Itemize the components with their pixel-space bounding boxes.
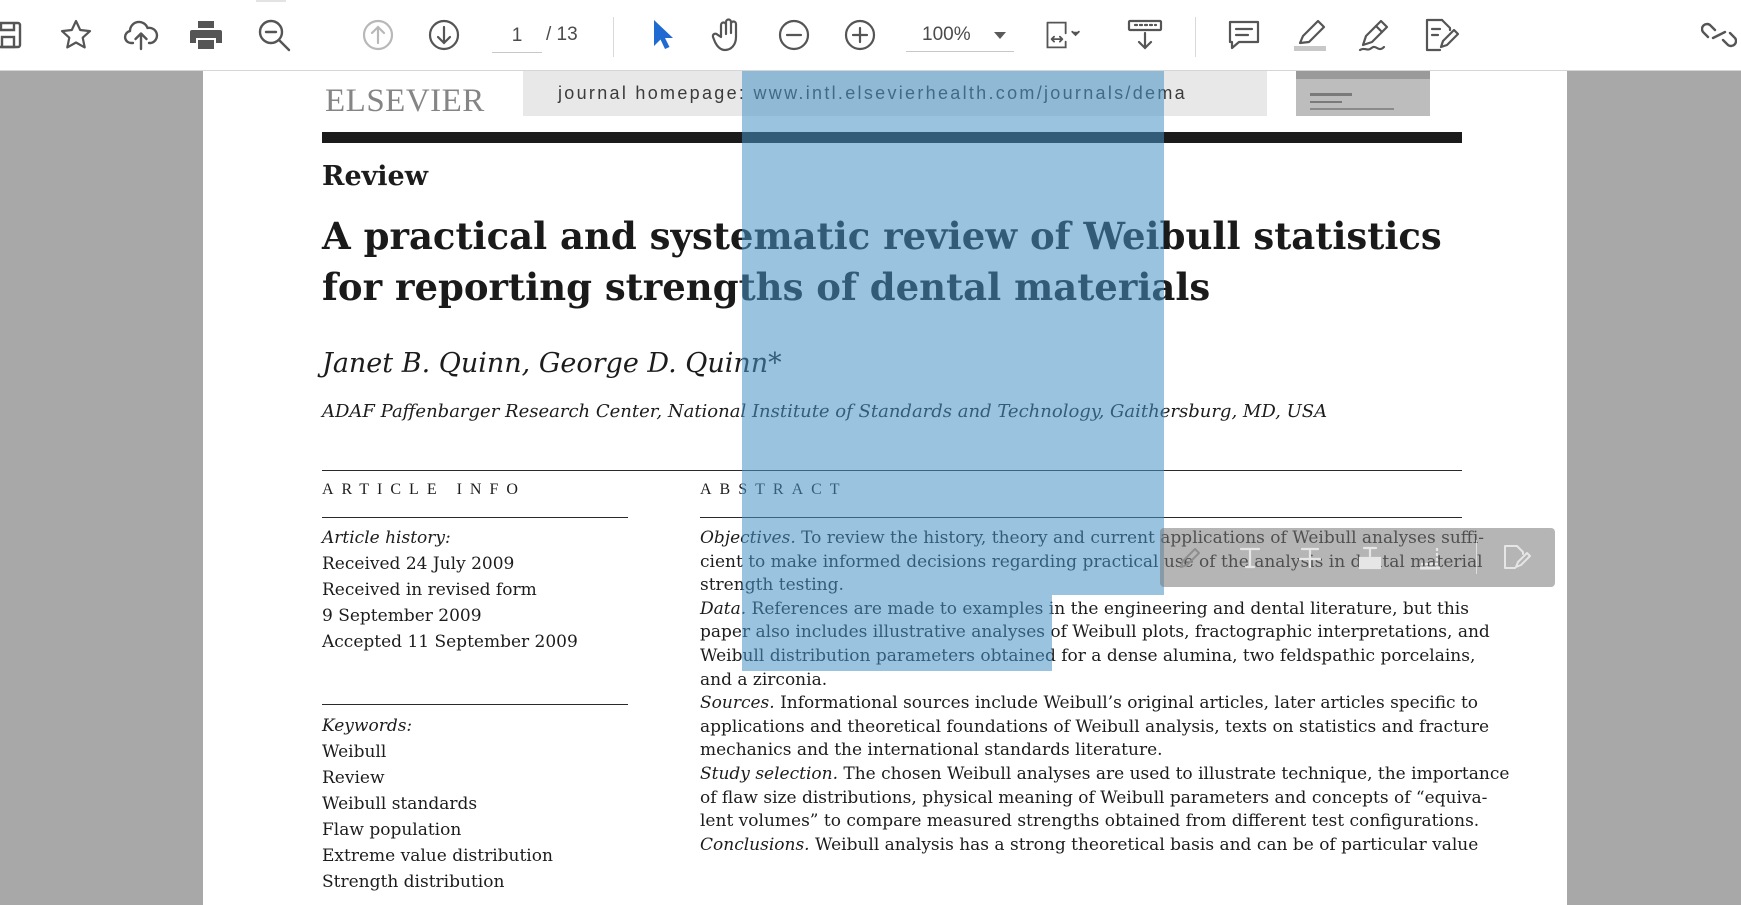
abstract-line: Conclusions. Weibull analysis has a stro… — [700, 834, 1478, 855]
article-section-label: Review — [322, 161, 428, 192]
selection-annotation-toolbar — [1160, 528, 1555, 587]
keywords-rule — [322, 704, 628, 705]
next-page-icon[interactable] — [425, 16, 463, 54]
select-arrow-icon[interactable] — [644, 16, 682, 54]
article-authors: Janet B. Quinn, George D. Quinn* — [322, 348, 782, 379]
replace-text-icon[interactable] — [1354, 542, 1386, 574]
edit-pdf-icon[interactable] — [1422, 16, 1460, 54]
cloud-upload-icon[interactable] — [122, 16, 160, 54]
fit-page-icon[interactable] — [1045, 16, 1083, 54]
history-line: Accepted 11 September 2009 — [322, 632, 578, 652]
text-insert-icon[interactable] — [1234, 542, 1266, 574]
chevron-down-icon — [994, 32, 1006, 39]
text-selection-highlight — [742, 595, 1052, 671]
keyword-item: Extreme value distribution — [322, 846, 553, 866]
highlight-icon[interactable] — [1291, 16, 1329, 54]
keyword-item: Weibull — [322, 742, 387, 762]
keyword-item: Weibull standards — [322, 794, 478, 814]
zoom-search-icon[interactable] — [255, 16, 293, 54]
keywords-label: Keywords: — [322, 716, 413, 736]
abstract-line: mechanics and the international standard… — [700, 740, 1462, 760]
publisher-logo: ELSEVIER — [325, 83, 485, 119]
history-line: 9 September 2009 — [322, 606, 482, 626]
scroll-mode-icon[interactable] — [1126, 16, 1164, 54]
text-selection-highlight — [742, 71, 1164, 519]
abstract-line: and a zirconia. — [700, 670, 1462, 690]
page-total-label: / 13 — [546, 24, 578, 45]
comment-icon[interactable] — [1225, 16, 1263, 54]
save-icon[interactable] — [0, 16, 28, 54]
print-icon[interactable] — [187, 16, 225, 54]
keyword-item: Review — [322, 768, 385, 788]
abstract-line-text: lent volumes” to compare measured streng… — [700, 811, 1480, 832]
text-selection-highlight — [742, 519, 1164, 595]
history-line: Received 24 July 2009 — [322, 554, 515, 574]
edit-pdf-icon[interactable] — [1500, 542, 1532, 574]
float-toolbar-divider — [1476, 540, 1477, 574]
abstract-line-text: Weibull analysis has a strong theoretica… — [809, 834, 1479, 855]
keyword-item: Strength distribution — [322, 872, 505, 892]
pencil-icon[interactable] — [1174, 542, 1206, 574]
abstract-line-text: of flaw size distributions, physical mea… — [700, 787, 1488, 808]
loading-strip — [256, 0, 286, 2]
abstract-line-text: The chosen Weibull analyses are used to … — [837, 764, 1510, 784]
abstract-line-text: mechanics and the international standard… — [700, 740, 1163, 761]
abstract-line: of flaw size distributions, physical mea… — [700, 788, 1487, 808]
article-info-rule — [322, 517, 628, 518]
hand-tool-icon[interactable] — [709, 16, 747, 54]
journal-cover-thumbnail — [1296, 71, 1430, 116]
article-info-heading: ARTICLE INFO — [322, 481, 526, 498]
strikethrough-icon[interactable] — [1294, 542, 1326, 574]
previous-page-icon[interactable] — [359, 16, 397, 54]
underline-icon[interactable] — [1414, 542, 1446, 574]
bookmark-star-icon[interactable] — [57, 16, 95, 54]
keyword-item: Flaw population — [322, 820, 462, 840]
abstract-lead-label: Data. — [700, 598, 747, 619]
history-line: Received in revised form — [322, 580, 537, 600]
abstract-line: applications and theoretical foundations… — [700, 717, 1489, 737]
pdf-page[interactable]: ELSEVIER journal homepage: www.intl.else… — [203, 71, 1567, 905]
sign-icon[interactable] — [1356, 16, 1394, 54]
abstract-line: Sources. Informational sources include W… — [700, 693, 1478, 714]
zoom-level-value: 100% — [922, 24, 971, 45]
main-toolbar: / 13 100% — [0, 0, 1741, 71]
article-history-label: Article history: — [322, 528, 451, 548]
abstract-lead-label: Sources. — [700, 693, 775, 714]
toolbar-divider — [613, 17, 614, 57]
zoom-in-icon[interactable] — [841, 16, 879, 54]
share-link-icon[interactable] — [1700, 16, 1738, 54]
zoom-level-dropdown[interactable]: 100% — [906, 19, 1014, 52]
abstract-line: lent volumes” to compare measured streng… — [700, 811, 1479, 831]
page-number-input[interactable] — [492, 20, 542, 53]
abstract-lead-label: Conclusions. — [700, 834, 810, 855]
abstract-lead-label: Study selection. — [700, 764, 838, 784]
abstract-line: Study selection. The chosen Weibull anal… — [700, 764, 1509, 784]
abstract-line-text: Informational sources include Weibull’s … — [774, 693, 1479, 714]
abstract-line-text: and a zirconia. — [700, 669, 828, 690]
zoom-out-icon[interactable] — [775, 16, 813, 54]
abstract-line-text: applications and theoretical foundations… — [700, 716, 1490, 737]
toolbar-divider — [1195, 17, 1196, 57]
